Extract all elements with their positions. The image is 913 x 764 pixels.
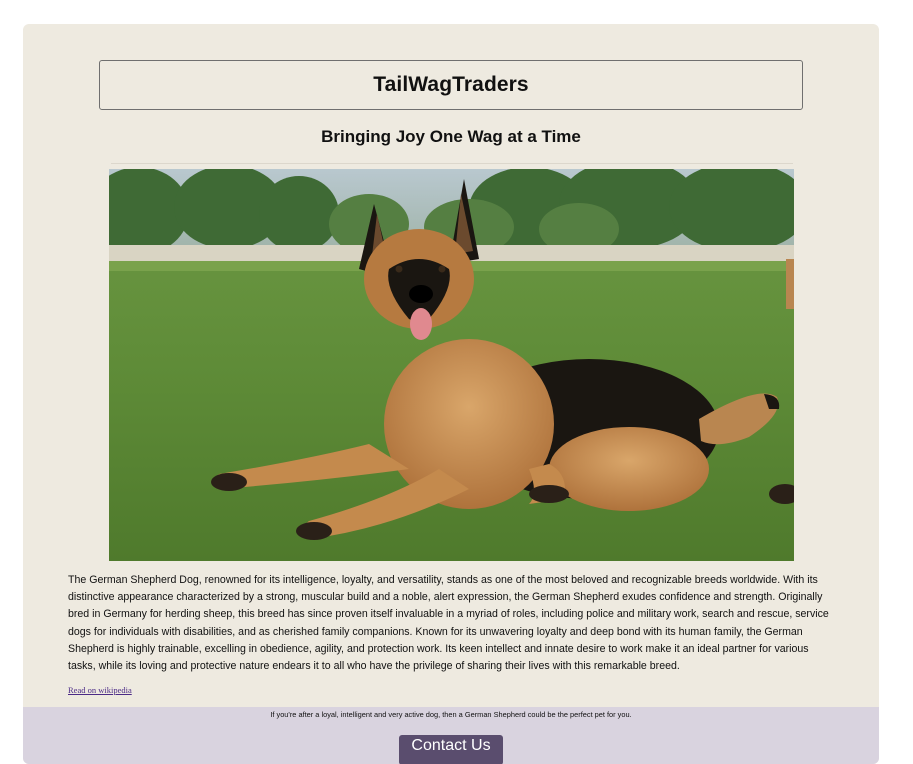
german-shepherd-photo [109, 169, 794, 561]
page-card: TailWagTraders Bringing Joy One Wag at a… [23, 24, 879, 764]
site-title: TailWagTraders [373, 73, 529, 96]
contact-us-button[interactable]: Contact Us [399, 735, 503, 764]
divider [111, 163, 793, 164]
footer: If you're after a loyal, intelligent and… [23, 707, 879, 764]
wikipedia-link[interactable]: Read on wikipedia [68, 685, 132, 695]
brand-header: TailWagTraders [99, 60, 803, 110]
footer-text: If you're after a loyal, intelligent and… [270, 710, 632, 719]
breed-description: The German Shepherd Dog, renowned for it… [68, 574, 829, 673]
tagline: Bringing Joy One Wag at a Time [321, 127, 581, 146]
